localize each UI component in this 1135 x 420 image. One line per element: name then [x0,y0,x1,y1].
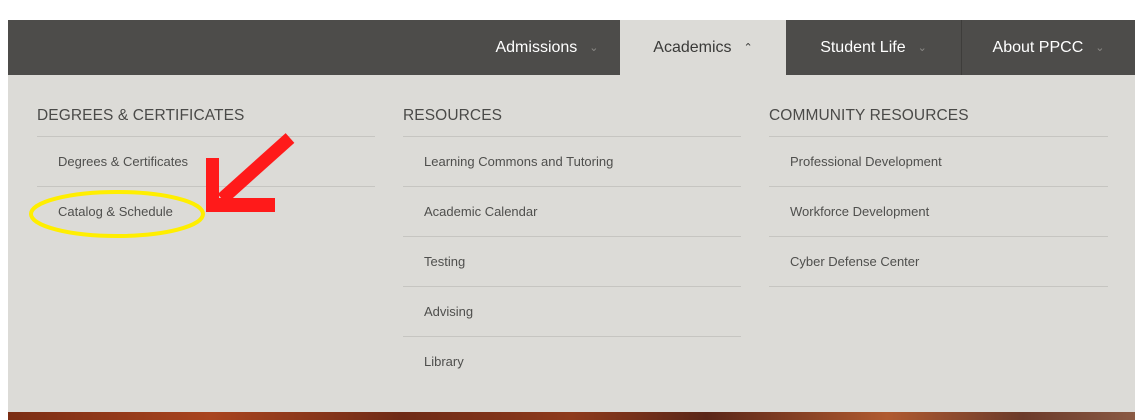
mega-menu-panel: DEGREES & CERTIFICATES Degrees & Certifi… [8,75,1135,412]
nav-item-student-life[interactable]: Student Life ⌄ [786,20,961,75]
chevron-down-icon: ⌄ [917,42,927,54]
chevron-up-icon: ⌃ [743,42,753,54]
nav-item-label: About PPCC [992,38,1084,56]
nav-item-admissions[interactable]: Admissions ⌄ [467,20,627,75]
nav-item-label: Admissions [495,38,578,56]
hero-image-strip [8,412,1135,420]
column-heading: RESOURCES [403,75,741,137]
menu-item-degrees-certificates[interactable]: Degrees & Certificates [37,137,375,187]
top-strip [0,0,1135,20]
column-heading: DEGREES & CERTIFICATES [37,75,375,137]
chevron-down-icon: ⌄ [1095,42,1105,54]
menu-item-library[interactable]: Library [403,337,741,387]
menu-item-professional-development[interactable]: Professional Development [769,137,1108,187]
menu-item-advising[interactable]: Advising [403,287,741,337]
column-heading: COMMUNITY RESOURCES [769,75,1108,137]
menu-item-learning-commons[interactable]: Learning Commons and Tutoring [403,137,741,187]
main-nav: Admissions ⌄ Academics ⌃ Student Life ⌄ … [8,20,1135,75]
nav-item-label: Academics [653,38,732,56]
nav-item-label: Student Life [820,38,906,56]
nav-item-about[interactable]: About PPCC ⌄ [962,20,1135,75]
menu-item-workforce-development[interactable]: Workforce Development [769,187,1108,237]
menu-column-community: COMMUNITY RESOURCES Professional Develop… [769,75,1108,287]
menu-item-academic-calendar[interactable]: Academic Calendar [403,187,741,237]
menu-item-cyber-defense[interactable]: Cyber Defense Center [769,237,1108,287]
nav-item-academics[interactable]: Academics ⌃ [620,20,786,75]
menu-column-degrees: DEGREES & CERTIFICATES Degrees & Certifi… [37,75,375,237]
menu-item-catalog-schedule[interactable]: Catalog & Schedule [37,187,375,237]
chevron-down-icon: ⌄ [589,42,599,54]
menu-item-testing[interactable]: Testing [403,237,741,287]
left-edge [0,20,8,420]
menu-column-resources: RESOURCES Learning Commons and Tutoring … [403,75,741,387]
